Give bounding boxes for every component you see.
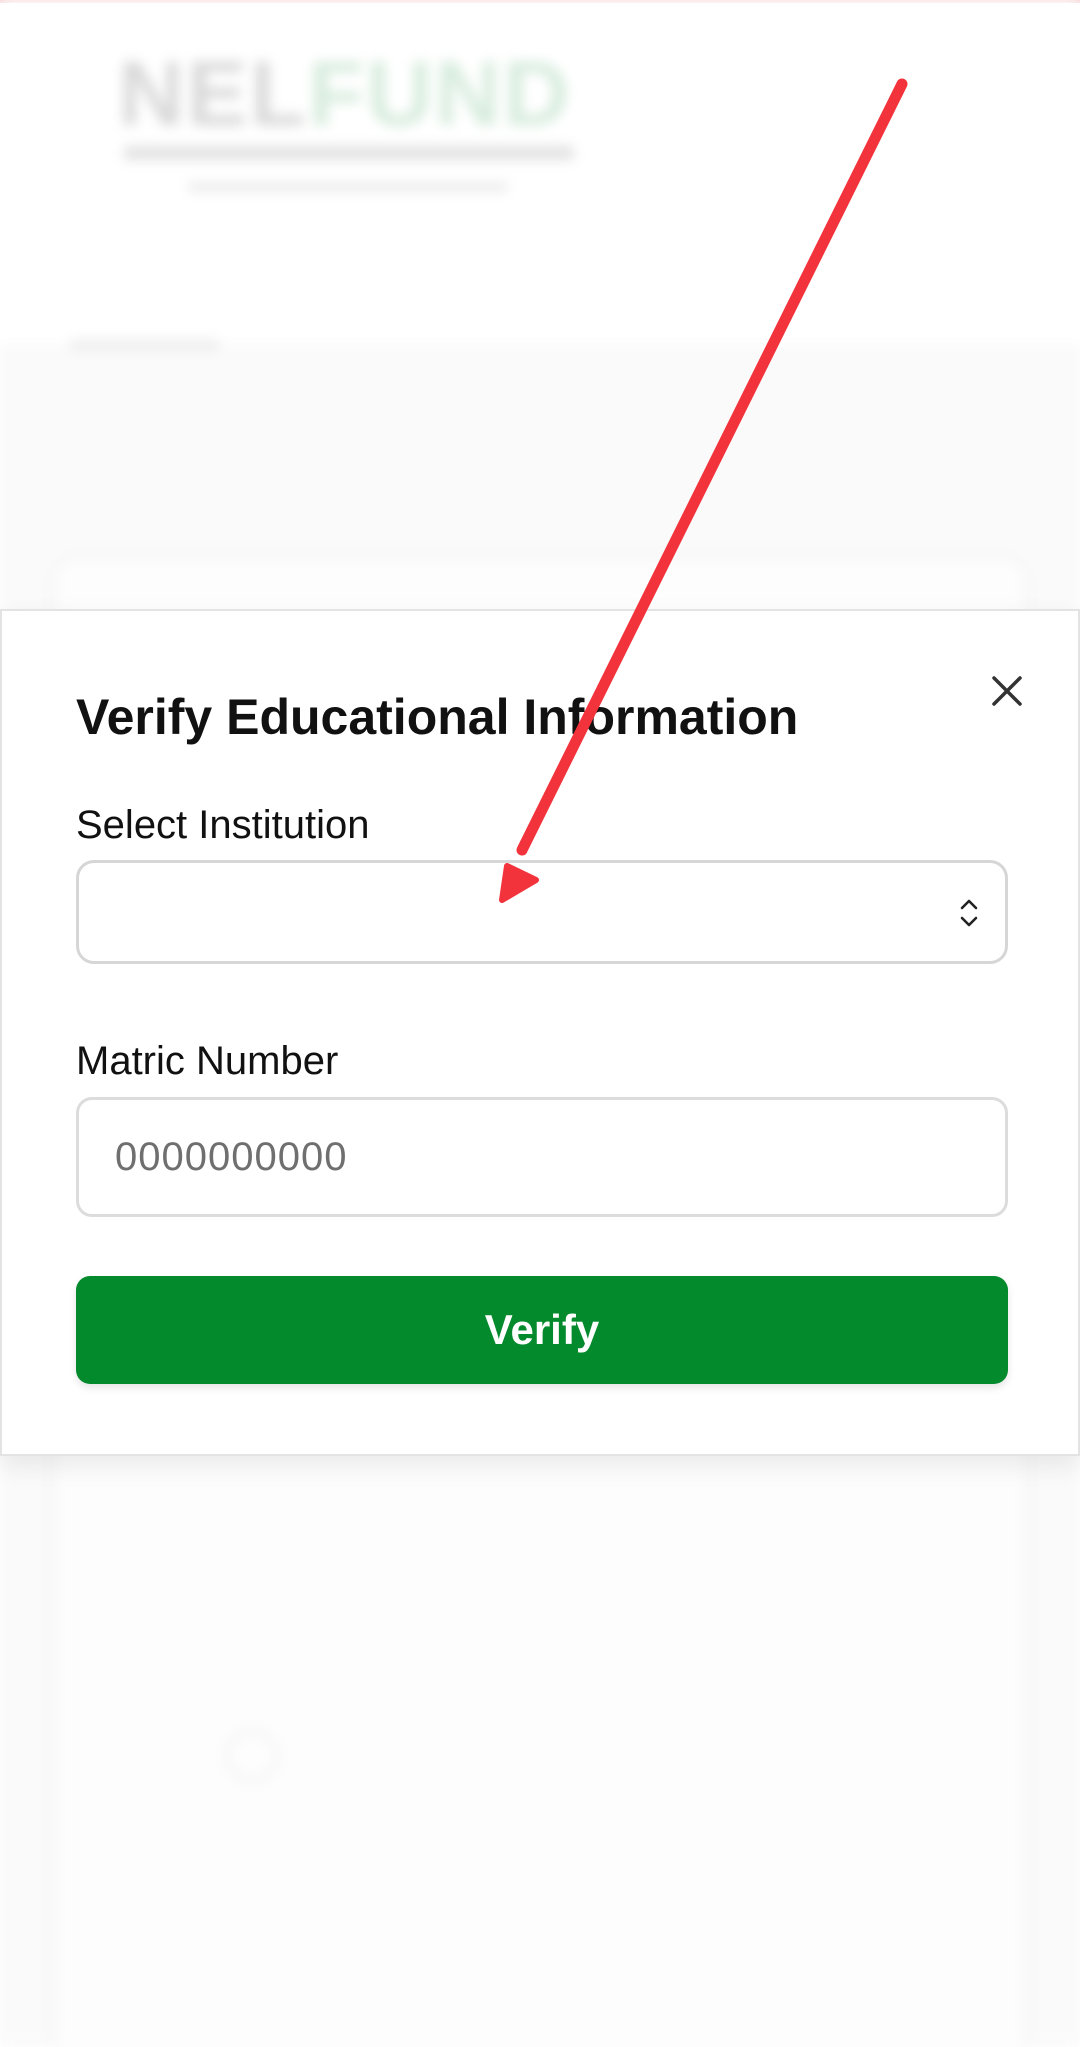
logo-tagline-blur xyxy=(124,146,574,160)
close-icon xyxy=(992,676,1022,706)
matric-number-input[interactable] xyxy=(76,1097,1008,1217)
nelfund-logo: NELFUND xyxy=(118,48,588,208)
verify-button[interactable]: Verify xyxy=(76,1276,1008,1384)
modal-title: Verify Educational Information xyxy=(76,689,799,745)
logo-part-nel: NEL xyxy=(118,43,308,145)
select-institution-label: Select Institution xyxy=(76,803,370,847)
logo-wordmark: NELFUND xyxy=(118,48,588,140)
logo-subline-blur xyxy=(188,182,508,192)
background-radio-blur xyxy=(226,1730,278,1782)
close-button[interactable] xyxy=(982,666,1032,716)
matric-number-label: Matric Number xyxy=(76,1039,339,1083)
institution-select[interactable] xyxy=(76,860,1008,964)
logo-part-fund: FUND xyxy=(308,43,572,145)
help-subline-blur xyxy=(70,340,220,350)
page: NELFUND Verify Educational Information S… xyxy=(0,0,1080,2047)
chevron-updown-icon xyxy=(960,899,978,927)
verify-education-modal: Verify Educational Information Select In… xyxy=(0,609,1080,1456)
